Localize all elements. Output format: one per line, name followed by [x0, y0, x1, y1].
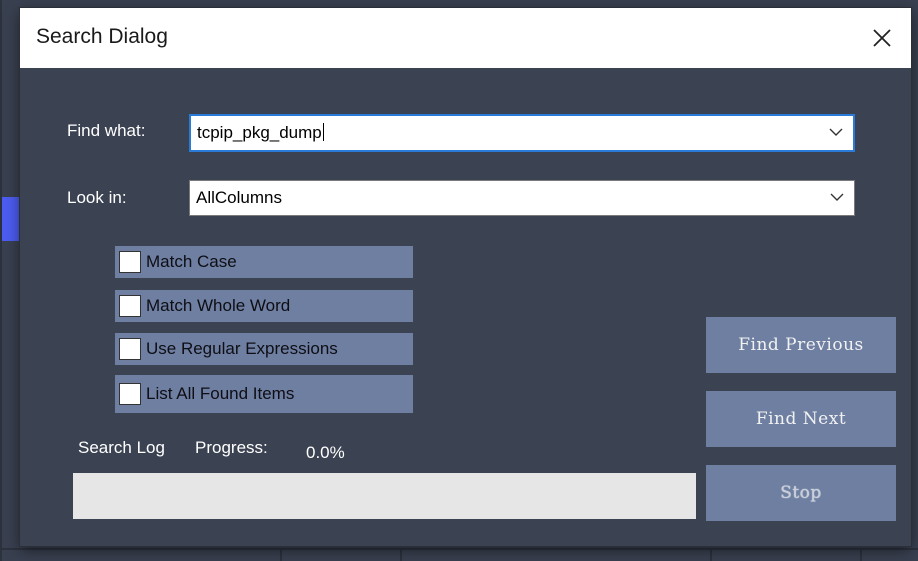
- find-what-label: Find what:: [67, 121, 146, 140]
- find-next-button[interactable]: Find Next: [706, 391, 896, 447]
- use-regex-checkbox[interactable]: [119, 338, 141, 360]
- use-regex-label: Use Regular Expressions: [146, 339, 338, 358]
- chevron-down-icon: [830, 189, 844, 207]
- search-dialog: Search Dialog Find what: tcpip_pkg_dump …: [20, 8, 911, 546]
- search-log-label: Search Log: [78, 438, 165, 457]
- progress-value: 0.0%: [306, 443, 345, 462]
- look-in-value: AllColumns: [196, 188, 282, 207]
- list-all-found-checkbox[interactable]: [119, 383, 141, 405]
- match-case-checkbox[interactable]: [119, 251, 141, 273]
- close-button[interactable]: [853, 8, 911, 68]
- match-case-option[interactable]: Match Case: [115, 246, 413, 278]
- background-gridline: [0, 548, 918, 550]
- match-whole-word-label: Match Whole Word: [146, 296, 291, 315]
- background-selected-cell: [0, 197, 20, 241]
- progress-label: Progress:: [195, 438, 268, 457]
- dialog-title: Search Dialog: [36, 25, 168, 48]
- find-what-value: tcpip_pkg_dump: [197, 123, 322, 142]
- background-gridline: [400, 548, 402, 561]
- dialog-titlebar[interactable]: Search Dialog: [20, 8, 911, 68]
- search-progress-bar: [73, 473, 696, 519]
- find-what-input[interactable]: tcpip_pkg_dump: [197, 123, 324, 143]
- list-all-found-label: List All Found Items: [146, 384, 295, 403]
- background-gridline: [280, 548, 282, 561]
- find-what-combobox[interactable]: tcpip_pkg_dump: [189, 114, 855, 152]
- match-whole-word-checkbox[interactable]: [119, 295, 141, 317]
- list-all-found-option[interactable]: List All Found Items: [115, 375, 413, 413]
- background-gridline: [860, 548, 862, 561]
- text-cursor: [322, 123, 324, 141]
- close-icon: [872, 28, 892, 48]
- chevron-down-icon: [829, 124, 843, 142]
- look-in-dropdown-button[interactable]: [820, 181, 854, 215]
- background-gridline: [710, 548, 712, 561]
- look-in-label: Look in:: [67, 188, 127, 207]
- match-case-label: Match Case: [146, 252, 237, 271]
- match-whole-word-option[interactable]: Match Whole Word: [115, 290, 413, 322]
- background-gridline: [0, 0, 2, 561]
- find-what-dropdown-button[interactable]: [819, 116, 853, 150]
- stop-button[interactable]: Stop: [706, 465, 896, 521]
- find-previous-button[interactable]: Find Previous: [706, 317, 896, 373]
- look-in-combobox[interactable]: AllColumns: [189, 180, 855, 216]
- use-regex-option[interactable]: Use Regular Expressions: [115, 333, 413, 365]
